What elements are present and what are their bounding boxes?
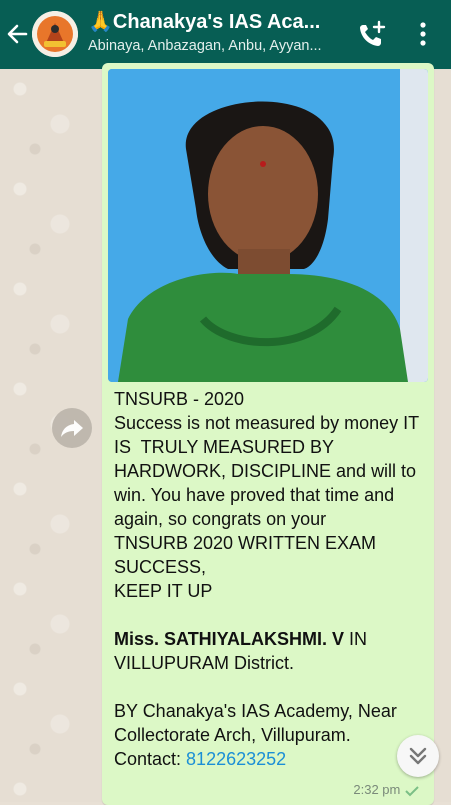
message-line-exam: TNSURB 2020 WRITTEN EXAM SUCCESS,: [114, 533, 382, 577]
message-line-title: TNSURB - 2020: [114, 389, 245, 409]
portrait-image: [108, 69, 428, 382]
chat-title[interactable]: 🙏Chanakya's IAS Aca...: [88, 9, 344, 34]
forward-icon: [61, 420, 83, 437]
message-photo[interactable]: [108, 69, 428, 382]
scroll-to-bottom-button[interactable]: [397, 735, 439, 777]
message-line-body: Success is not measured by money IT IS T…: [114, 413, 424, 529]
message-time: 2:32 pm: [353, 782, 420, 797]
message-line-keep: KEEP IT UP: [114, 581, 213, 601]
check-icon: [405, 785, 419, 796]
arrow-left-icon[interactable]: [6, 22, 28, 46]
more-vertical-icon[interactable]: [416, 20, 430, 48]
message-student-name: Miss. SATHIYALAKSHMI. V: [114, 629, 345, 649]
add-call-icon[interactable]: [357, 20, 387, 48]
chevron-double-down-icon: [409, 747, 427, 765]
app-bar: 🙏Chanakya's IAS Aca... Abinaya, Anbazaga…: [0, 0, 451, 69]
message-timestamp: 2:32 pm: [353, 782, 401, 797]
message-by-line: BY Chanakya's IAS Academy, Near Collecto…: [114, 701, 402, 745]
message-contact-number[interactable]: 8122623252: [186, 749, 286, 769]
group-avatar-image: [32, 11, 78, 57]
message-contact-label: Contact:: [114, 749, 187, 769]
message-text: TNSURB - 2020 Success is not measured by…: [114, 387, 424, 771]
avatar[interactable]: [32, 11, 78, 57]
forward-button[interactable]: [52, 408, 92, 448]
chat-participants[interactable]: Abinaya, Anbazagan, Anbu, Ayyan...: [88, 38, 344, 54]
message-bubble[interactable]: TNSURB - 2020 Success is not measured by…: [102, 63, 434, 805]
